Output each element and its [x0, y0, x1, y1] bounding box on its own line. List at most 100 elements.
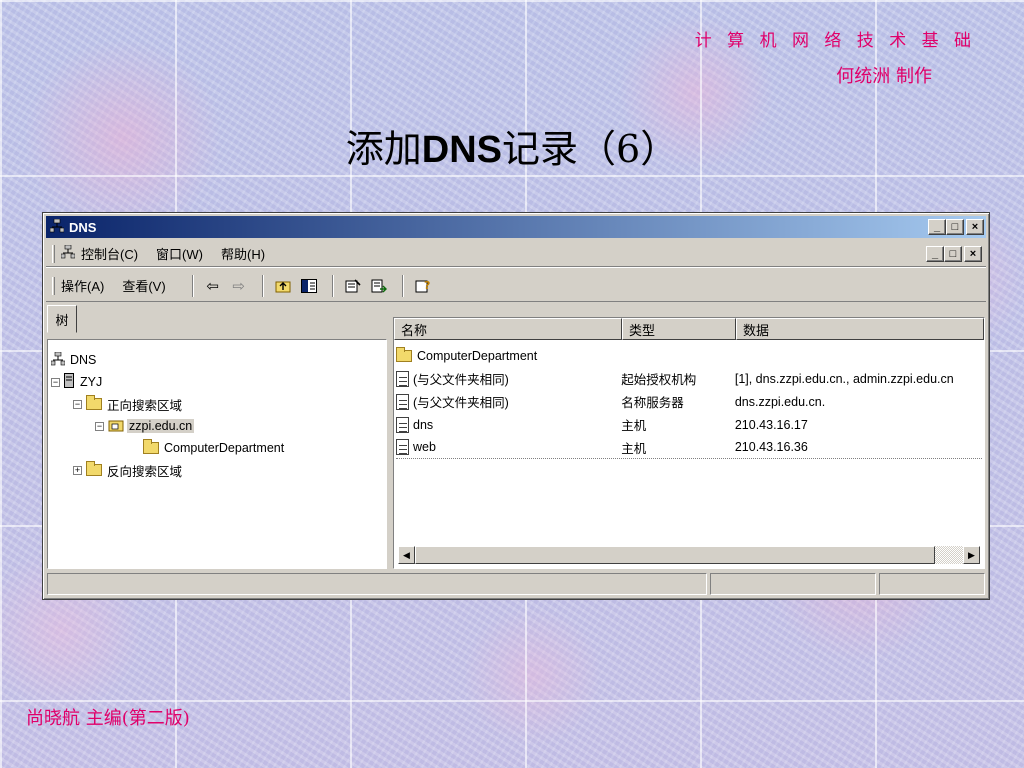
scroll-right-icon[interactable]: ▶	[963, 546, 980, 564]
status-panel	[47, 573, 707, 595]
tree-label-subfolder: ComputerDepartment	[164, 441, 285, 455]
window-titlebar[interactable]: DNS _ □ ×	[46, 216, 986, 238]
child-restore-button[interactable]: □	[944, 246, 962, 262]
folder-icon	[86, 461, 102, 476]
folder-icon	[143, 439, 159, 454]
menu-bar: 控制台(C) 窗口(W) 帮助(H) _ □ ×	[46, 241, 986, 267]
zone-icon	[108, 418, 124, 435]
details-pane[interactable]: 名称 类型 数据 ComputerDepartment (与父文件夹相同) 起始…	[393, 317, 985, 569]
status-bar	[47, 573, 985, 595]
list-item[interactable]: (与父文件夹相同) 起始授权机构 [1], dns.zzpi.edu.cn., …	[396, 367, 982, 390]
svg-text:?: ?	[424, 279, 430, 292]
collapse-toggle[interactable]: −	[51, 377, 60, 387]
horizontal-scrollbar[interactable]: ◀ ▶	[398, 546, 980, 564]
menu-window[interactable]: 窗口(W)	[156, 244, 203, 263]
record-icon	[396, 439, 409, 455]
status-panel	[710, 573, 876, 595]
child-minimize-button[interactable]: _	[926, 246, 944, 262]
column-header-name[interactable]: 名称	[394, 318, 622, 340]
tree-label-reverse-zones: 反向搜索区域	[107, 464, 183, 479]
child-close-button[interactable]: ×	[964, 246, 982, 262]
title-prefix: 添加	[345, 127, 422, 171]
menu-view[interactable]: 查看(V)	[122, 276, 165, 295]
tree-item-forward-zones[interactable]: − 正向搜索区域	[49, 393, 385, 415]
tree-label-dns: DNS	[70, 353, 97, 367]
record-type: 名称服务器	[621, 396, 684, 410]
server-icon	[64, 373, 74, 391]
record-type: 主机	[621, 441, 647, 456]
record-icon	[396, 416, 409, 433]
course-title: 计 算 机 网 络 技 术 基 础	[694, 31, 976, 51]
title-suffix: 记录（6）	[502, 127, 679, 171]
console-tree: DNS − ZYJ − 正向搜索区域 − zzpi.edu.cn Compute…	[49, 349, 385, 481]
record-name: ComputerDepartment	[417, 348, 538, 363]
record-icon	[396, 393, 409, 410]
menu-action[interactable]: 操作(A)	[61, 276, 104, 295]
title-bold: DNS	[421, 129, 503, 171]
tree-item-dns[interactable]: DNS	[49, 349, 385, 371]
record-data: 210.43.16.36	[734, 440, 808, 454]
record-name: web	[413, 440, 436, 454]
back-arrow-icon[interactable]: ⇦	[202, 275, 224, 297]
console-icon	[60, 244, 76, 262]
column-header-type[interactable]: 类型	[622, 318, 736, 340]
expand-toggle[interactable]: +	[73, 465, 82, 475]
list-item[interactable]: (与父文件夹相同) 名称服务器 dns.zzpi.edu.cn.	[396, 390, 982, 413]
list-item[interactable]: ComputerDepartment	[396, 344, 982, 367]
status-panel	[879, 573, 985, 595]
show-tree-icon[interactable]	[298, 275, 320, 297]
tree-item-subfolder[interactable]: ComputerDepartment	[49, 437, 385, 459]
up-level-icon[interactable]	[272, 275, 294, 297]
record-icon	[396, 370, 409, 387]
folder-icon	[396, 346, 412, 362]
dns-server-icon	[49, 218, 65, 236]
minimize-button[interactable]: _	[928, 219, 946, 235]
tree-header	[47, 305, 387, 339]
toolbar-grip	[52, 276, 55, 295]
forward-arrow-icon[interactable]: ⇨	[228, 275, 250, 297]
properties-icon[interactable]	[342, 275, 364, 297]
toolbar-separator	[331, 274, 334, 297]
tree-label-server: ZYJ	[80, 375, 103, 389]
close-button[interactable]: ×	[966, 219, 984, 235]
slide-title: 添加DNS记录（6）	[0, 118, 1024, 173]
footer-editor: 尚晓航 主编(第二版)	[26, 708, 190, 729]
menu-console[interactable]: 控制台(C)	[60, 244, 139, 263]
collapse-toggle[interactable]: −	[95, 421, 104, 431]
tab-tree[interactable]: 树	[47, 305, 77, 333]
record-name: dns	[413, 417, 434, 432]
scroll-thumb[interactable]	[415, 546, 935, 564]
toolbar-separator	[191, 274, 194, 297]
column-header-data[interactable]: 数据	[736, 318, 984, 340]
tree-item-server[interactable]: − ZYJ	[49, 371, 385, 393]
menu-help[interactable]: 帮助(H)	[221, 244, 265, 263]
column-headers: 名称 类型 数据	[394, 318, 984, 340]
tree-item-zone[interactable]: − zzpi.edu.cn	[49, 415, 385, 437]
list-item[interactable]: web 主机 210.43.16.36	[396, 436, 982, 459]
toolbar-separator	[401, 274, 404, 297]
record-name: (与父文件夹相同)	[413, 396, 509, 410]
menubar-grip	[52, 244, 55, 263]
record-data: dns.zzpi.edu.cn.	[734, 394, 826, 409]
record-data: 210.43.16.17	[734, 417, 808, 432]
window-title: DNS	[69, 219, 97, 235]
menu-console-label: 控制台(C)	[81, 247, 139, 262]
record-type: 主机	[621, 419, 647, 433]
record-data: [1], dns.zzpi.edu.cn., admin.zzpi.edu.cn	[734, 371, 954, 386]
tree-label-forward-zones: 正向搜索区域	[107, 398, 183, 413]
tree-label-zone: zzpi.edu.cn	[127, 419, 195, 433]
scroll-left-icon[interactable]: ◀	[398, 546, 415, 564]
author-credit: 何统洲 制作	[836, 66, 932, 87]
maximize-button[interactable]: □	[946, 219, 964, 235]
help-icon[interactable]: ?	[412, 275, 434, 297]
toolbar: 操作(A) 查看(V) ⇦ ⇨ ?	[46, 270, 986, 302]
export-list-icon[interactable]	[368, 275, 390, 297]
record-name: (与父文件夹相同)	[413, 373, 509, 387]
toolbar-separator	[261, 274, 264, 297]
record-list: ComputerDepartment (与父文件夹相同) 起始授权机构 [1],…	[396, 344, 982, 459]
dns-console-window: DNS _ □ × 控制台(C) 窗口(W) 帮助(H) _ □ × 操作(A)…	[42, 212, 990, 600]
tree-item-reverse-zones[interactable]: + 反向搜索区域	[49, 459, 385, 481]
collapse-toggle[interactable]: −	[73, 399, 82, 409]
list-item[interactable]: dns 主机 210.43.16.17	[396, 413, 982, 436]
record-type: 起始授权机构	[621, 373, 697, 387]
